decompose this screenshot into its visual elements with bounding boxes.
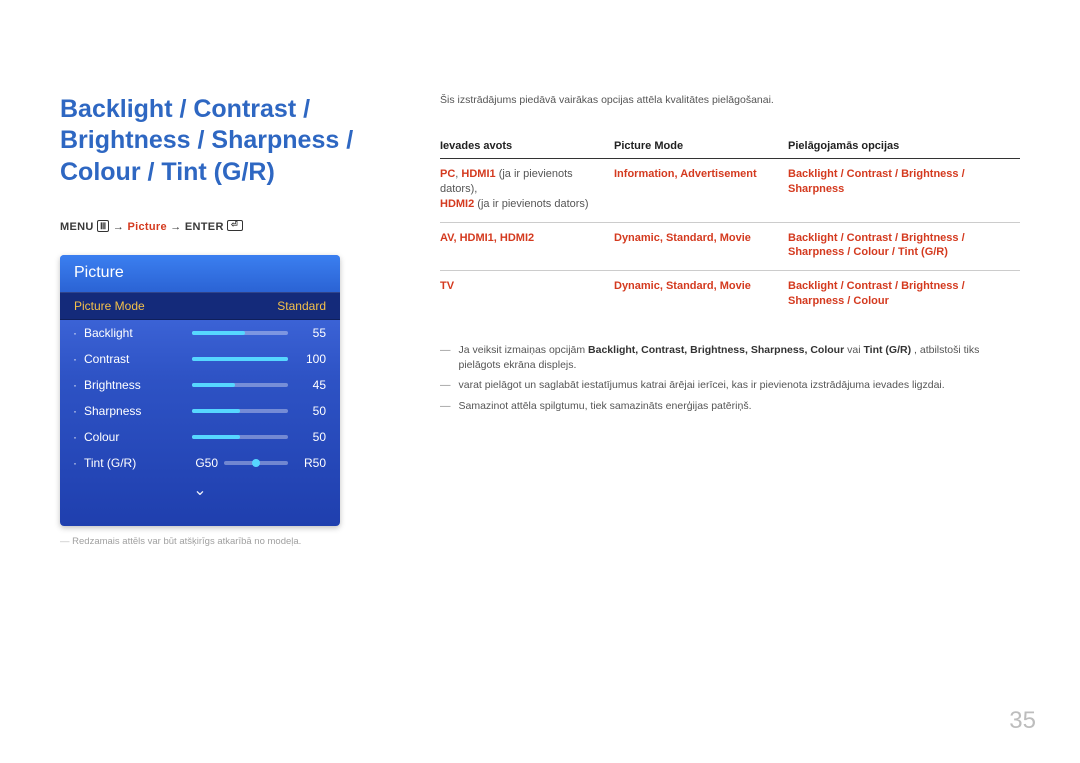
osd-picture-mode-row[interactable]: Picture Mode Standard [60,292,340,320]
menu-path: MENU Ⅲ → Picture → ENTER [60,220,400,233]
src-hdmi2: HDMI2 [440,198,474,210]
osd-contrast-row[interactable]: · Contrast 100 [60,346,340,372]
table-row: TV Dynamic, Standard, Movie Backlight / … [440,271,1020,319]
osd-slider-bar[interactable] [192,409,288,413]
dot-icon: · [70,456,80,470]
osd-footnote: Redzamais attēls var būt atšķirīgs atkar… [60,536,400,547]
osd-backlight-row[interactable]: · Backlight 55 [60,320,340,346]
dot-icon: · [70,404,80,418]
arrow-2: → [170,221,185,233]
dash-icon: ― [440,399,451,414]
opt-row3-l2: Sharpness / Colour [788,295,889,307]
osd-slider-bar[interactable] [192,331,288,335]
osd-slider-value: 55 [292,326,326,340]
osd-slider-value: 100 [292,352,326,366]
opt-row2-l2: Sharpness / Colour / Tint (G/R) [788,246,948,258]
list-item: ― Samazinot attēla spilgtumu, tiek samaz… [440,399,1020,414]
osd-slider-label: Brightness [84,378,156,392]
osd-sharpness-row[interactable]: · Sharpness 50 [60,398,340,424]
note1-terms: Backlight, Contrast, Brightness, Sharpne… [588,344,844,356]
osd-tint-marker [252,459,260,467]
osd-panel: Picture Picture Mode Standard · Backlight… [60,255,340,526]
src-tail2: (ja ir pievienots dators) [477,198,588,210]
th-options: Pielāgojamās opcijas [788,140,1020,159]
opt-row1-l1: Backlight / Contrast / Brightness / [788,168,965,180]
arrow-1: → [113,221,128,233]
osd-colour-row[interactable]: · Colour 50 [60,424,340,450]
menu-icon: Ⅲ [97,220,110,232]
osd-picture-mode-value: Standard [277,299,326,313]
th-source: Ievades avots [440,140,614,159]
page-number: 35 [1009,707,1036,735]
mode-row2: Dynamic, Standard, Movie [614,232,751,244]
opt-row1-l2: Sharpness [788,183,844,195]
enter-icon [227,220,243,231]
osd-slider-bar[interactable] [192,357,288,361]
chevron-down-icon[interactable]: ⌄ [60,480,340,500]
page-title: Backlight / Contrast / Brightness / Shar… [60,94,400,188]
menu-label: MENU [60,221,94,233]
osd-slider-value: 45 [292,378,326,392]
osd-slider-value: 50 [292,430,326,444]
list-item: ― varat pielāgot un saglabāt iestatījumu… [440,378,1020,393]
osd-slider-fill [192,331,245,335]
dot-icon: · [70,352,80,366]
osd-slider-fill [192,383,235,387]
notes-list: ― Ja veiksit izmaiņas opcijām Backlight,… [440,343,1020,414]
dot-icon: · [70,430,80,444]
note2: varat pielāgot un saglabāt iestatījumus … [459,378,945,393]
src-row3: TV [440,280,454,292]
intro-text: Šis izstrādājums piedāvā vairākas opcija… [440,94,1020,106]
dash-icon: ― [440,378,451,393]
osd-slider-label: Backlight [84,326,156,340]
menu-path-picture: Picture [127,221,166,233]
enter-label: ENTER [185,221,224,233]
osd-slider-label: Colour [84,430,156,444]
opt-row3-l1: Backlight / Contrast / Brightness / [788,280,965,292]
mode-row3: Dynamic, Standard, Movie [614,280,751,292]
dot-icon: · [70,326,80,340]
osd-slider-fill [192,435,240,439]
th-mode: Picture Mode [614,140,788,159]
note1-pre: Ja veiksit izmaiņas opcijām [459,344,589,356]
osd-slider-label: Sharpness [84,404,156,418]
osd-slider-value: 50 [292,404,326,418]
note1-mid: vai [847,344,863,356]
note3: Samazinot attēla spilgtumu, tiek samazin… [459,399,752,414]
dot-icon: · [70,378,80,392]
osd-picture-mode-label: Picture Mode [74,299,145,313]
src-hdmi1: HDMI1 [461,168,495,180]
osd-slider-label: Contrast [84,352,156,366]
options-table: Ievades avots Picture Mode Pielāgojamās … [440,140,1020,319]
osd-tint-g: G50 [190,456,218,470]
osd-slider-bar[interactable] [192,435,288,439]
osd-header: Picture [60,255,340,292]
osd-tint-row[interactable]: · Tint (G/R) G50 R50 [60,450,340,476]
osd-slider-bar[interactable] [192,383,288,387]
osd-brightness-row[interactable]: · Brightness 45 [60,372,340,398]
src-pc: PC [440,168,455,180]
osd-tint-bar[interactable] [224,461,288,465]
note1-term2: Tint (G/R) [863,344,911,356]
opt-row2-l1: Backlight / Contrast / Brightness / [788,232,965,244]
osd-tint-r: R50 [292,456,326,470]
list-item: ― Ja veiksit izmaiņas opcijām Backlight,… [440,343,1020,372]
osd-slider-fill [192,409,240,413]
table-row: PC, HDMI1 (ja ir pievienots dators), HDM… [440,159,1020,223]
osd-slider-fill [192,357,288,361]
mode-row1: Information, Advertisement [614,168,757,180]
dash-icon: ― [440,343,451,372]
src-row2: AV, HDMI1, HDMI2 [440,232,534,244]
table-row: AV, HDMI1, HDMI2 Dynamic, Standard, Movi… [440,222,1020,271]
osd-tint-label: Tint (G/R) [84,456,156,470]
